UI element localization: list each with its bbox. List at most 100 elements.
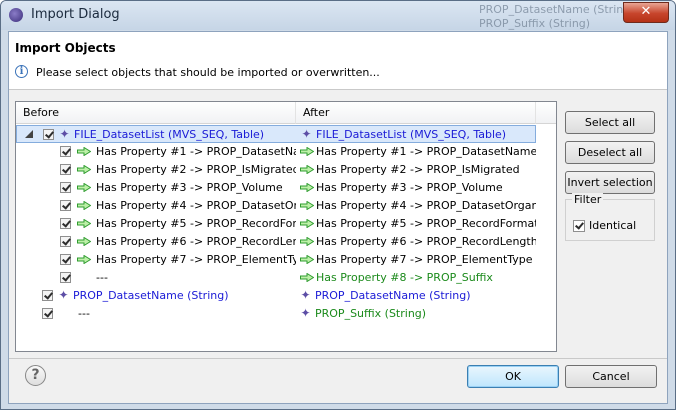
tree-cell-before: ✦ FILE_DatasetList (MVS_SEQ, Table) xyxy=(17,126,297,144)
tree-row-before-label: Has Property #4 -> PROP_DatasetOrganizat… xyxy=(96,199,296,212)
title-bar[interactable]: Import Dialog PROP_DatasetName (String) … xyxy=(1,1,675,30)
green-arrow-icon xyxy=(77,255,91,264)
tree-row-before-label: Has Property #5 -> PROP_RecordFormat xyxy=(96,217,296,230)
object-diamond-icon: ✦ xyxy=(300,288,311,302)
column-header-filler xyxy=(536,102,556,124)
tree-row[interactable]: --- ✦ PROP_Suffix (String) xyxy=(16,305,536,323)
tree-row-before-label: Has Property #3 -> PROP_Volume xyxy=(96,181,283,194)
green-arrow-icon xyxy=(300,147,314,156)
row-checkbox[interactable] xyxy=(60,146,71,157)
tree-cell-before: Has Property #2 -> PROP_IsMigrated xyxy=(16,161,296,179)
tree-cell-after: Has Property #1 -> PROP_DatasetName xyxy=(297,143,536,161)
tree-row-after-label: Has Property #4 -> PROP_DatasetOrganizat… xyxy=(316,199,536,212)
tree-row-after-label: Has Property #1 -> PROP_DatasetName xyxy=(316,145,536,158)
column-header-after[interactable]: After xyxy=(296,102,536,124)
tree-cell-before: Has Property #5 -> PROP_RecordFormat xyxy=(16,215,296,233)
objects-tree[interactable]: Before After ✦ FILE_DatasetList (MVS_SEQ… xyxy=(15,101,557,352)
object-diamond-icon: ✦ xyxy=(301,127,312,141)
tree-row-before-label: --- xyxy=(96,271,108,284)
tree-row[interactable]: ✦ PROP_DatasetName (String) ✦ PROP_Datas… xyxy=(16,287,536,305)
cancel-button[interactable]: Cancel xyxy=(565,365,657,388)
tree-row[interactable]: Has Property #7 -> PROP_ElementType Has … xyxy=(16,251,536,269)
column-header-before[interactable]: Before xyxy=(16,102,296,124)
tree-row-before-label: --- xyxy=(78,307,90,320)
tree-row-after-label: Has Property #6 -> PROP_RecordLength xyxy=(316,235,536,248)
row-checkbox[interactable] xyxy=(60,200,71,211)
green-arrow-icon xyxy=(77,165,91,174)
row-checkbox[interactable] xyxy=(60,182,71,193)
tree-cell-before: Has Property #1 -> PROP_DatasetName xyxy=(16,143,296,161)
identical-checkbox[interactable] xyxy=(573,220,585,232)
tree-cell-before: --- xyxy=(16,269,296,287)
select-all-button[interactable]: Select all xyxy=(565,111,655,134)
tree-row-after-label: PROP_Suffix (String) xyxy=(315,307,427,320)
tree-row-before-label: Has Property #7 -> PROP_ElementType xyxy=(96,253,296,266)
row-checkbox[interactable] xyxy=(60,164,71,175)
tree-row-after-label: Has Property #3 -> PROP_Volume xyxy=(316,181,503,194)
tree-cell-before: Has Property #3 -> PROP_Volume xyxy=(16,179,296,197)
tree-cell-after: Has Property #8 -> PROP_Suffix xyxy=(297,269,536,287)
tree-row-after-label: Has Property #5 -> PROP_RecordFormat xyxy=(316,217,536,230)
deselect-all-button[interactable]: Deselect all xyxy=(565,141,655,164)
row-checkbox[interactable] xyxy=(42,290,53,301)
tree-row-after-label: Has Property #7 -> PROP_ElementType xyxy=(316,253,533,266)
green-arrow-icon xyxy=(77,219,91,228)
invert-selection-button[interactable]: Invert selection xyxy=(565,171,655,194)
tree-row-before-label: Has Property #6 -> PROP_RecordLength xyxy=(96,235,296,248)
tree-cell-before: Has Property #7 -> PROP_ElementType xyxy=(16,251,296,269)
tree-cell-after: Has Property #2 -> PROP_IsMigrated xyxy=(297,161,536,179)
tree-row-after-label: Has Property #2 -> PROP_IsMigrated xyxy=(316,163,520,176)
green-arrow-icon xyxy=(77,201,91,210)
tree-row[interactable]: Has Property #5 -> PROP_RecordFormat Has… xyxy=(16,215,536,233)
tree-cell-after: ✦ FILE_DatasetList (MVS_SEQ, Table) xyxy=(298,126,537,144)
row-checkbox[interactable] xyxy=(60,236,71,247)
object-diamond-icon: ✦ xyxy=(59,127,70,141)
tree-cell-after: Has Property #3 -> PROP_Volume xyxy=(297,179,536,197)
row-checkbox[interactable] xyxy=(42,308,53,319)
tree-cell-after: Has Property #6 -> PROP_RecordLength xyxy=(297,233,536,251)
dialog-client-area: Import Objects i Please select objects t… xyxy=(8,31,668,404)
tree-cell-after: Has Property #5 -> PROP_RecordFormat xyxy=(297,215,536,233)
background-window-text: PROP_DatasetName (String) xyxy=(479,3,635,16)
green-arrow-icon xyxy=(300,237,314,246)
filter-group-label: Filter xyxy=(572,193,604,206)
row-checkbox[interactable] xyxy=(60,272,71,283)
identical-checkbox-label[interactable]: Identical xyxy=(589,219,636,232)
tree-row-after-label: Has Property #8 -> PROP_Suffix xyxy=(316,271,493,284)
tree-row-after-label: PROP_DatasetName (String) xyxy=(315,289,471,302)
tree-cell-after: ✦ PROP_DatasetName (String) xyxy=(297,287,536,305)
tree-row[interactable]: Has Property #2 -> PROP_IsMigrated Has P… xyxy=(16,161,536,179)
green-arrow-icon xyxy=(77,147,91,156)
green-arrow-icon xyxy=(300,219,314,228)
collapse-twisty-icon[interactable] xyxy=(25,130,33,138)
tree-row[interactable]: Has Property #4 -> PROP_DatasetOrganizat… xyxy=(16,197,536,215)
help-icon[interactable]: ? xyxy=(25,365,46,386)
tree-cell-after: Has Property #4 -> PROP_DatasetOrganizat… xyxy=(297,197,536,215)
tree-row-before-label: FILE_DatasetList (MVS_SEQ, Table) xyxy=(74,128,265,141)
green-arrow-icon xyxy=(300,273,314,282)
tree-row[interactable]: --- Has Property #8 -> PROP_Suffix xyxy=(16,269,536,287)
tree-row[interactable]: Has Property #1 -> PROP_DatasetName Has … xyxy=(16,143,536,161)
row-checkbox[interactable] xyxy=(60,254,71,265)
row-checkbox[interactable] xyxy=(60,218,71,229)
green-arrow-icon xyxy=(300,255,314,264)
tree-row[interactable]: ✦ FILE_DatasetList (MVS_SEQ, Table) ✦ FI… xyxy=(16,125,536,143)
tree-cell-before: Has Property #4 -> PROP_DatasetOrganizat… xyxy=(16,197,296,215)
tree-cell-before: Has Property #6 -> PROP_RecordLength xyxy=(16,233,296,251)
green-arrow-icon xyxy=(300,165,314,174)
dialog-header: Import Objects i Please select objects t… xyxy=(9,32,667,90)
tree-cell-after: ✦ PROP_Suffix (String) xyxy=(297,305,536,323)
tree-cell-before: --- xyxy=(16,305,296,323)
info-icon: i xyxy=(15,65,28,78)
row-checkbox[interactable] xyxy=(43,129,54,140)
tree-row-before-label: PROP_DatasetName (String) xyxy=(73,289,229,302)
green-arrow-icon xyxy=(77,237,91,246)
dialog-header-message: Please select objects that should be imp… xyxy=(36,66,380,79)
button-bar-separator xyxy=(9,358,667,359)
close-button[interactable]: ✕ xyxy=(623,2,669,23)
tree-row[interactable]: Has Property #6 -> PROP_RecordLength Has… xyxy=(16,233,536,251)
green-arrow-icon xyxy=(300,201,314,210)
object-diamond-icon: ✦ xyxy=(300,306,311,320)
tree-row[interactable]: Has Property #3 -> PROP_Volume Has Prope… xyxy=(16,179,536,197)
ok-button[interactable]: OK xyxy=(467,365,559,388)
